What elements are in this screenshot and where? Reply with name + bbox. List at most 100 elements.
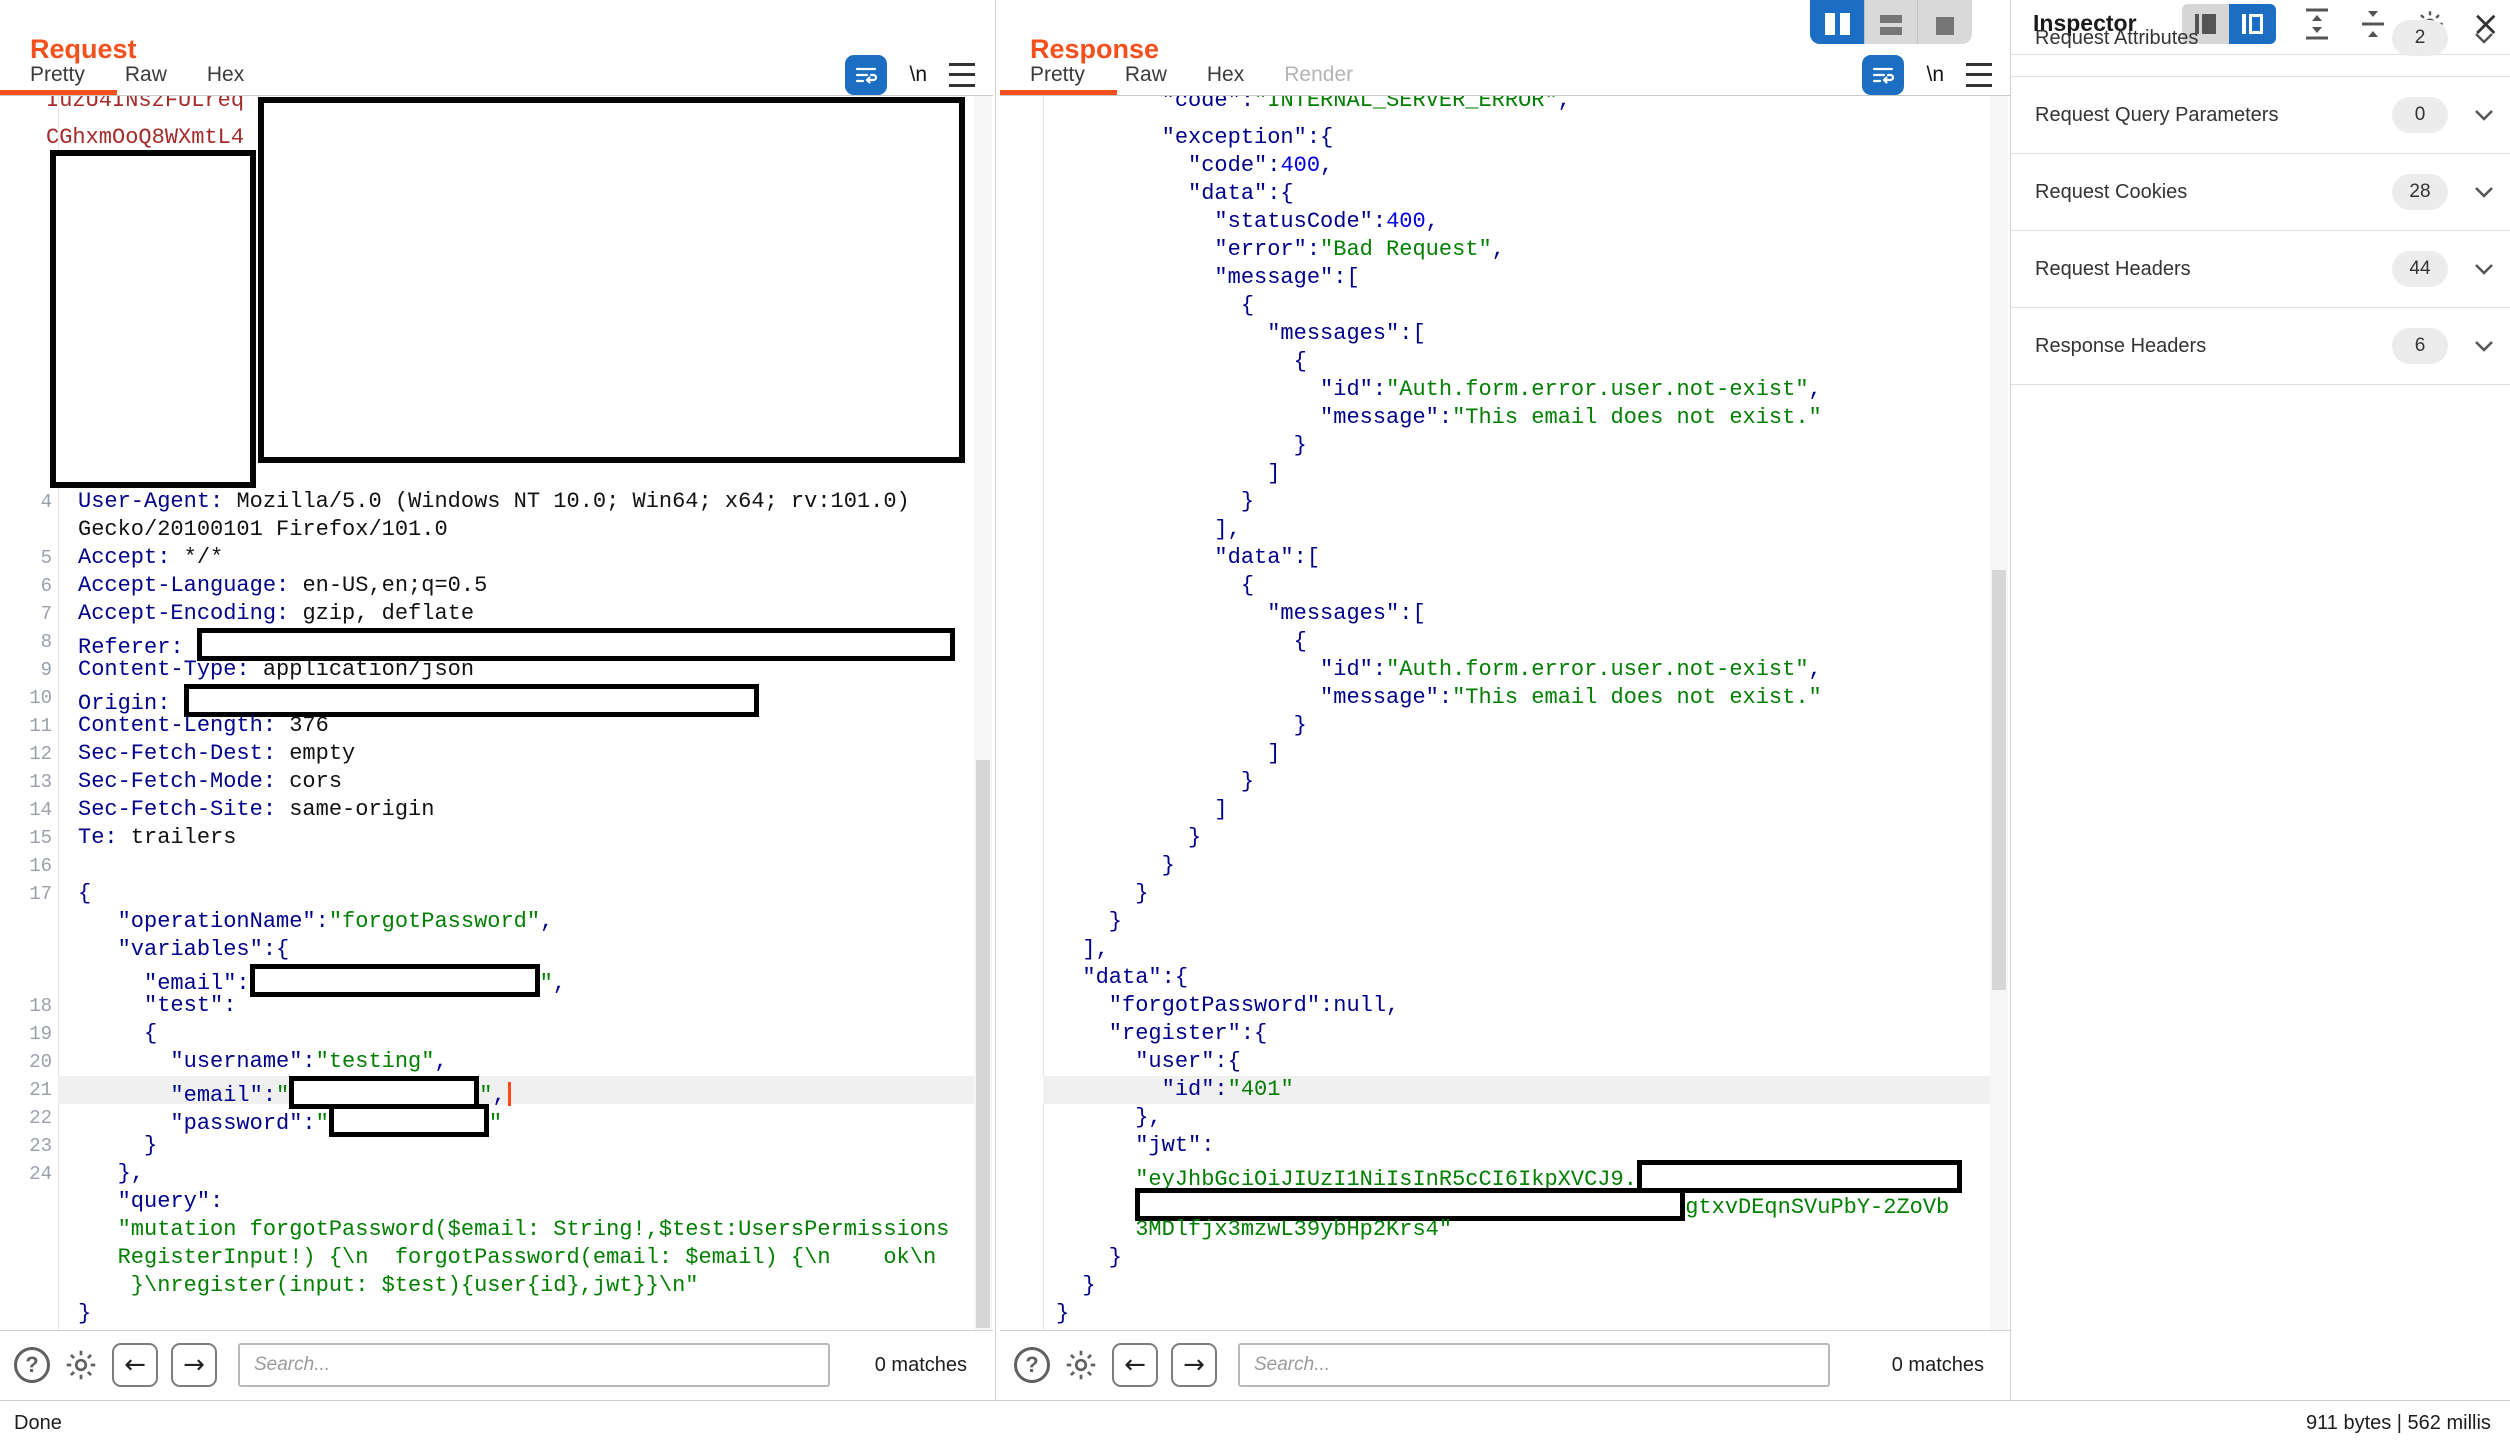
code-line: "eyJhbGciOiJIUzI1NiIsInR5cCI6IkpXVCJ9. [1056, 1160, 2010, 1188]
code-line: Gecko/20100101 Firefox/101.0 [78, 516, 993, 544]
code-line: } [1056, 768, 2010, 796]
response-panel: Response Pretty Raw Hex Render \n "code"… [1000, 0, 2010, 1400]
request-search-bar: ? ← → 0 matches [0, 1330, 993, 1399]
count-badge: 0 [2392, 97, 2448, 133]
help-icon[interactable]: ? [14, 1347, 50, 1383]
request-scrollbar-thumb[interactable] [976, 760, 990, 1328]
tab-request-pretty[interactable]: Pretty [30, 63, 85, 87]
search-input[interactable] [238, 1343, 830, 1387]
code-line: "message":"This email does not exist." [1056, 684, 2010, 712]
tab-response-pretty[interactable]: Pretty [1030, 63, 1085, 87]
code-line: } [1056, 908, 2010, 936]
chevron-down-icon [2474, 263, 2494, 275]
count-badge: 2 [2392, 20, 2448, 56]
inspector-section-request-query-parameters[interactable]: Request Query Parameters 0 [2011, 77, 2510, 154]
inspector-divider[interactable] [2010, 0, 2011, 1400]
code-line: "id":"401" [1056, 1076, 2010, 1104]
search-settings-gear-icon[interactable] [1063, 1347, 1099, 1383]
active-tab-underline [1000, 90, 1117, 95]
response-search-bar: ? ← → 0 matches [1000, 1330, 2010, 1399]
code-line: "operationName":"forgotPassword", [78, 908, 993, 936]
code-line: gtxvDEqnSVuPbY-2ZoVb [1056, 1188, 2010, 1216]
code-line: 18 "test": [78, 992, 993, 1020]
line-number: 13 [6, 768, 52, 796]
code-line: 24 }, [78, 1160, 993, 1188]
inspector-section-response-headers[interactable]: Response Headers 6 [2011, 308, 2510, 385]
line-number: 10 [6, 684, 52, 712]
line-number: 24 [6, 1160, 52, 1188]
code-line: }\nregister(input: $test){user{id},jwt}}… [78, 1272, 993, 1300]
code-line: ] [1056, 740, 2010, 768]
tab-request-raw[interactable]: Raw [125, 63, 167, 87]
code-line: ] [1056, 460, 2010, 488]
code-line: "id":"Auth.form.error.user.not-exist", [1056, 656, 2010, 684]
code-line: 17{ [78, 880, 993, 908]
search-prev-button[interactable]: ← [1112, 1343, 1158, 1387]
code-line: 16 [78, 852, 993, 880]
code-line: "forgotPassword":null, [1056, 992, 2010, 1020]
panel-divider[interactable] [995, 0, 996, 1400]
chevron-down-icon [2474, 340, 2494, 352]
wrap-lines-button[interactable] [1862, 55, 1904, 95]
code-line: "messages":[ [1056, 320, 2010, 348]
tab-response-raw[interactable]: Raw [1125, 63, 1167, 87]
chevron-down-icon [2474, 186, 2494, 198]
code-line: 13Sec-Fetch-Mode: cors [78, 768, 993, 796]
code-line: 14Sec-Fetch-Site: same-origin [78, 796, 993, 824]
response-scrollbar-thumb[interactable] [1992, 570, 2006, 990]
tab-response-hex[interactable]: Hex [1207, 63, 1244, 87]
request-editor-icons: \n [845, 55, 975, 95]
search-next-button[interactable]: → [1171, 1343, 1217, 1387]
active-tab-underline [0, 90, 117, 95]
layout-rows-button[interactable] [1864, 0, 1918, 44]
request-code-editor[interactable]: IuzU4INszFULreqCGhxmOoQ8WXmtL44User-Agen… [0, 96, 993, 1330]
code-line: "data":{ [1056, 964, 2010, 992]
code-line: "message":[ [1056, 264, 2010, 292]
code-line: 10Origin: [78, 684, 993, 712]
line-number: 5 [6, 544, 52, 572]
help-icon[interactable]: ? [1014, 1347, 1050, 1383]
search-next-button[interactable]: → [171, 1343, 217, 1387]
inspector-section-request-headers[interactable]: Request Headers 44 [2011, 231, 2510, 308]
count-badge: 44 [2392, 251, 2448, 287]
code-line: } [1056, 1300, 2010, 1328]
code-line: "error":"Bad Request", [1056, 236, 2010, 264]
line-number: 6 [6, 572, 52, 600]
code-line: 5Accept: */* [78, 544, 993, 572]
text-caret [508, 1082, 511, 1106]
request-tabs: Pretty Raw Hex [30, 55, 244, 95]
wrap-lines-button[interactable] [845, 55, 887, 95]
status-bar: Done 911 bytes | 562 millis [0, 1400, 2510, 1447]
code-line: } [1056, 1272, 2010, 1300]
single-view-icon [1936, 17, 1954, 35]
inspector-panel: Inspector × Request Attributes 2 Request… [2011, 0, 2510, 1400]
tab-request-hex[interactable]: Hex [207, 63, 244, 87]
code-line: ] [1056, 796, 2010, 824]
code-line: "statusCode":400, [1056, 208, 2010, 236]
code-line: "data":{ [1056, 180, 2010, 208]
wrap-lines-icon [1871, 63, 1895, 87]
inspector-section-request-attributes[interactable]: Request Attributes 2 [2011, 0, 2510, 77]
response-code-editor[interactable]: "code":"INTERNAL_SERVER_ERROR", "excepti… [1000, 96, 2010, 1330]
editor-layout-control [1810, 0, 1972, 44]
search-settings-gear-icon[interactable] [63, 1347, 99, 1383]
newline-toggle[interactable]: \n [909, 63, 927, 87]
code-line: "code":400, [1056, 152, 2010, 180]
code-line: RegisterInput!) {\n forgotPassword(email… [78, 1244, 993, 1272]
code-line: "email":", [78, 964, 993, 992]
code-line: 7Accept-Encoding: gzip, deflate [78, 600, 993, 628]
menu-icon[interactable] [949, 63, 975, 87]
inspector-section-request-cookies[interactable]: Request Cookies 28 [2011, 154, 2510, 231]
menu-icon[interactable] [1966, 63, 1992, 87]
code-line: "message":"This email does not exist." [1056, 404, 2010, 432]
search-prev-button[interactable]: ← [112, 1343, 158, 1387]
layout-columns-button[interactable] [1810, 0, 1864, 44]
layout-single-button[interactable] [1918, 0, 1972, 44]
code-line: { [1056, 572, 2010, 600]
response-scrollbar [1990, 96, 2008, 1330]
newline-toggle[interactable]: \n [1926, 63, 1944, 87]
section-label: Request Attributes [2035, 0, 2198, 76]
code-line: "mutation forgotPassword($email: String!… [78, 1216, 993, 1244]
search-input[interactable] [1238, 1343, 1830, 1387]
line-number: 23 [6, 1132, 52, 1160]
